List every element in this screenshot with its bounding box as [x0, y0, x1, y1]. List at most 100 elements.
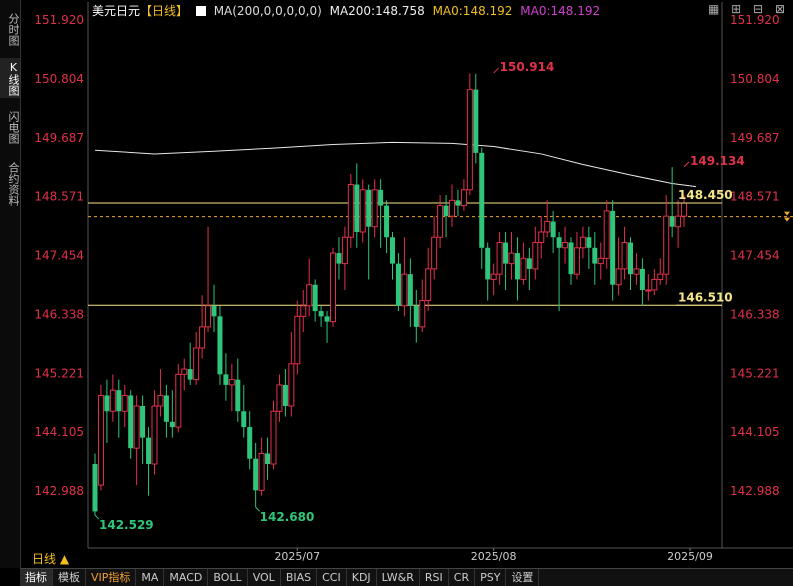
candle-body-up [579, 236, 586, 249]
candle-body-up [538, 231, 545, 244]
candle-body-up [681, 202, 688, 217]
indicator-tab-0[interactable]: 指标 [20, 569, 53, 586]
candle-body-down [223, 374, 229, 385]
candle-body-down [556, 237, 562, 248]
candle-body-down [503, 242, 509, 264]
indicator-tab-10[interactable]: LW&R [377, 569, 420, 586]
x-tick-label: 2025/09 [667, 550, 713, 563]
indicator-tab-3[interactable]: MA [136, 569, 165, 586]
candle-body-up [615, 268, 622, 286]
candle-body-up [181, 368, 188, 375]
y-tick-label-left: 151.920 [34, 13, 84, 27]
ma200-line [94, 141, 697, 188]
candle-body-down [253, 458, 259, 491]
candle-body-up [341, 236, 348, 265]
candle-body-up [151, 405, 158, 465]
y-tick-label-right: 150.804 [730, 72, 780, 86]
candle-body-up [109, 389, 116, 412]
candle-body-up [603, 210, 610, 259]
candle-body-up [460, 189, 467, 207]
candle-body-down [407, 274, 413, 306]
y-tick-label-right: 144.105 [730, 425, 780, 439]
candle-body-up [419, 300, 426, 328]
candle-body-down [592, 247, 598, 264]
candle-body-up [651, 278, 658, 291]
candle-body-up [431, 236, 438, 270]
price-annotation-label: 150.914 [500, 60, 555, 74]
candle-body-up [544, 220, 551, 233]
candle-body-down [247, 427, 253, 459]
candle-body-up [193, 347, 200, 381]
indicator-tab-bar: 指标 模板 VIP指标 MA MACD BOLL VOL BIAS CCI KDJ LW&R RSI C… [20, 568, 793, 586]
indicator-tab-1[interactable]: 模板 [53, 569, 86, 586]
annotation-connector [683, 161, 690, 168]
candle-body-up [675, 215, 682, 228]
y-tick-label-left: 147.454 [34, 249, 84, 263]
candle-body-down [628, 242, 633, 275]
x-tick-label: 2025/08 [471, 550, 517, 563]
candle-body-up [562, 242, 569, 249]
y-tick-label-right: 149.687 [730, 131, 780, 145]
candle-body-down [265, 453, 271, 465]
candle-body-up [657, 273, 664, 280]
indicator-tab-4[interactable]: MACD [164, 569, 209, 586]
period-selector[interactable]: 日线 ▲ [20, 551, 90, 568]
candle-body-down [473, 89, 479, 153]
indicator-tab-13[interactable]: PSY [475, 569, 507, 586]
indicator-tab-12[interactable]: CR [449, 569, 476, 586]
candle-body-up [276, 384, 283, 412]
indicator-tab-9[interactable]: KDJ [347, 569, 377, 586]
y-tick-label-right: 148.571 [730, 190, 780, 204]
candle-body-down [455, 200, 461, 206]
price-annotation-label: 146.510 [678, 290, 733, 304]
indicator-tab-7[interactable]: BIAS [281, 569, 318, 586]
y-tick-label-right: 142.988 [730, 484, 780, 498]
candle-body-down [526, 258, 532, 269]
candle-body-up [437, 205, 444, 238]
candle-body-up [508, 252, 515, 265]
candlestick-chart[interactable]: 151.920 151.920 150.804 150.804 149.687 149.6… [0, 0, 793, 568]
candle-body-down [378, 189, 384, 206]
indicator-tab-6[interactable]: VOL [248, 569, 281, 586]
candle-body-down [312, 284, 318, 312]
y-tick-label-left: 142.988 [34, 484, 84, 498]
candle-body-up [258, 452, 265, 491]
candle-body-down [443, 205, 449, 217]
candle-body-up [288, 363, 295, 407]
candle-body-up [621, 242, 628, 270]
indicator-tab-2[interactable]: VIP指标 [86, 569, 137, 586]
candle-body-down [146, 437, 152, 465]
x-tick-label: 2025/07 [274, 550, 320, 563]
candle-body-down [318, 311, 324, 317]
candle-body-up [490, 273, 497, 280]
candle-body-down [92, 464, 98, 512]
price-annotation-label: 142.529 [99, 518, 154, 532]
candle-body-up [199, 326, 206, 349]
candle-body-down [187, 369, 193, 380]
indicator-tab-14[interactable]: 设置 [506, 569, 540, 586]
candle-body-down [514, 253, 520, 280]
candle-body-up [425, 268, 432, 302]
candle-body-up [294, 315, 301, 365]
candle-body-up [532, 242, 539, 270]
indicator-tab-11[interactable]: RSI [420, 569, 449, 586]
candle-body-down [241, 411, 247, 428]
candle-body-up [205, 305, 212, 328]
indicator-tab-8[interactable]: CCI [317, 569, 347, 586]
candle-body-down [169, 421, 175, 428]
candle-body-down [235, 379, 241, 412]
candle-body-down [413, 305, 419, 327]
candle-body-down [354, 184, 360, 232]
y-tick-label-right: 147.454 [730, 249, 780, 263]
annotation-connector [493, 67, 500, 74]
candle-body-up [270, 410, 277, 465]
candle-body-up [121, 394, 128, 412]
price-annotation-label: 148.450 [678, 188, 733, 202]
candle-body-up [449, 199, 455, 217]
candle-body-down [366, 189, 372, 227]
candle-body-up [175, 373, 182, 428]
y-tick-label-left: 148.571 [34, 190, 84, 204]
candle-body-up [466, 89, 473, 191]
candle-body-down [639, 268, 645, 290]
indicator-tab-5[interactable]: BOLL [208, 569, 248, 586]
